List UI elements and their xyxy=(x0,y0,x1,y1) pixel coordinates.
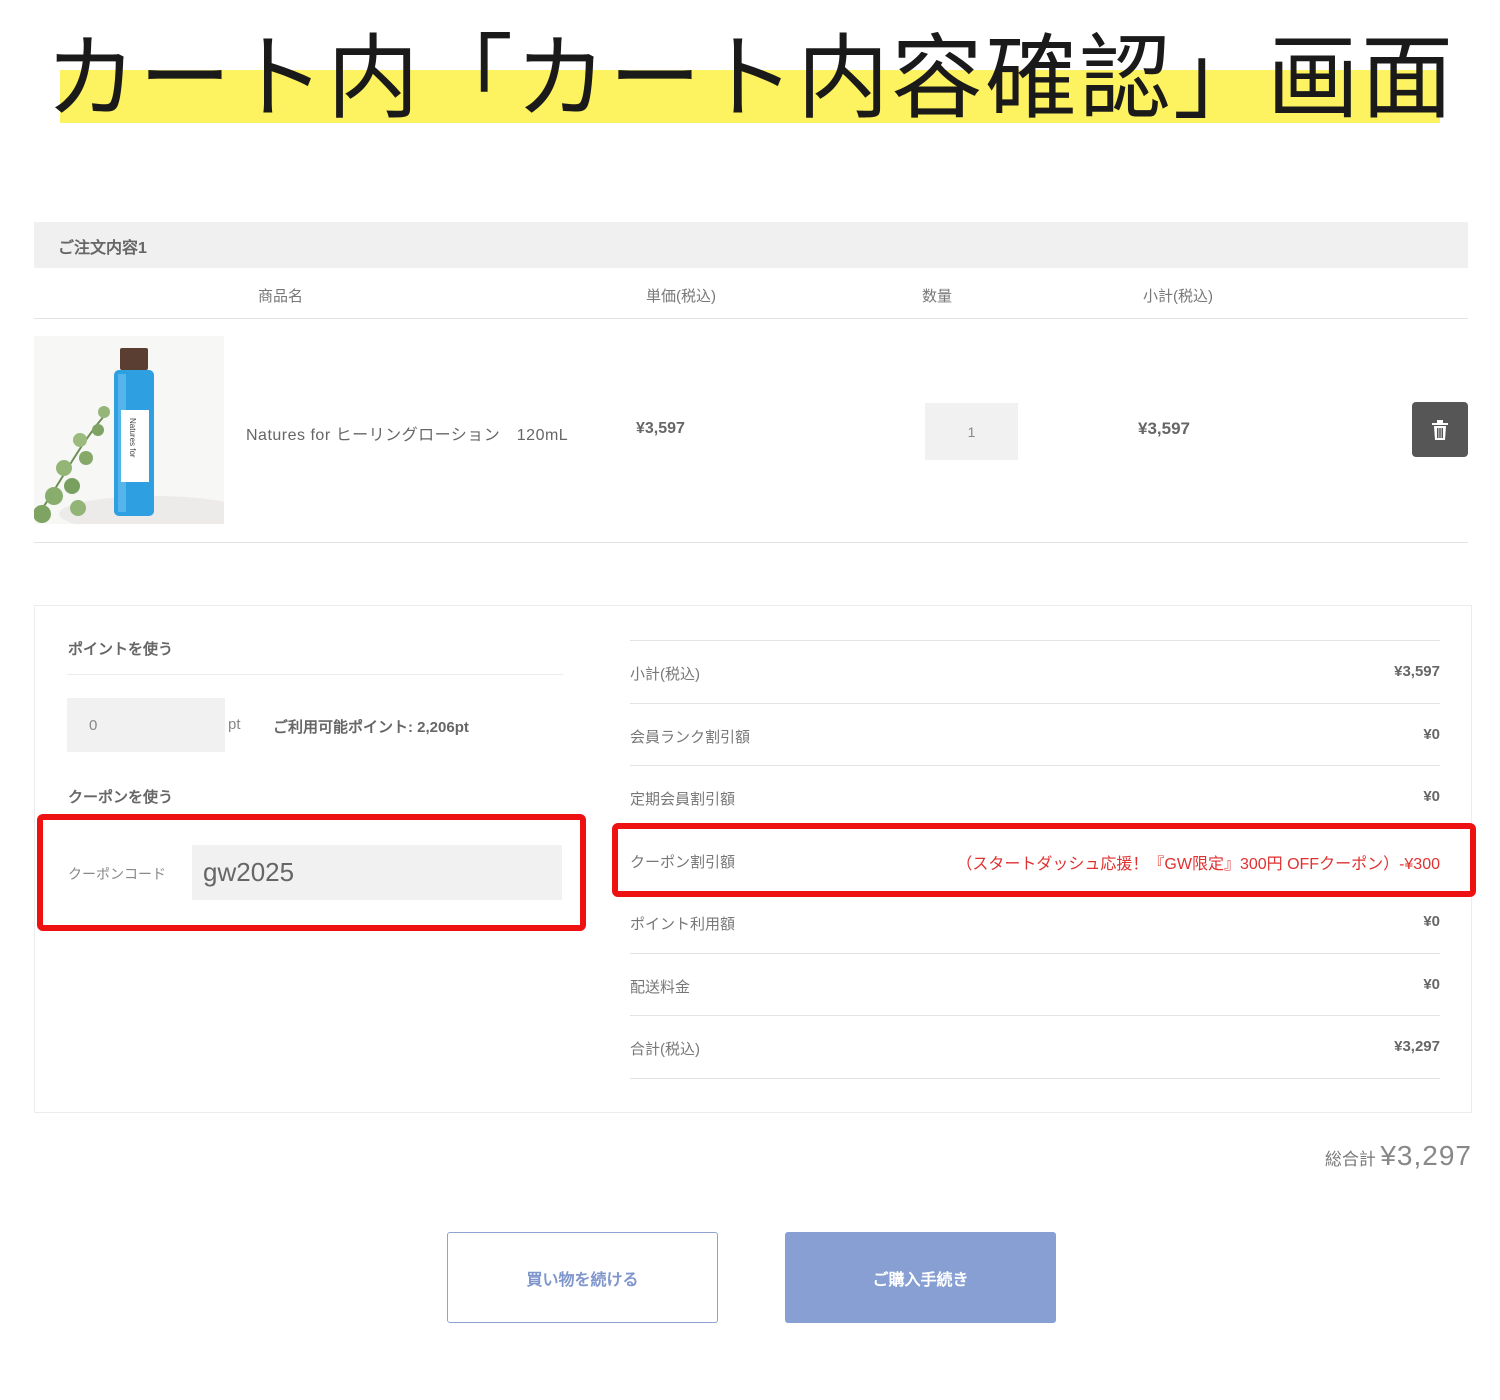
summary-top-divider xyxy=(630,640,1440,641)
delete-item-button[interactable] xyxy=(1412,402,1468,457)
product-name: Natures for ヒーリングローション 120mL xyxy=(246,427,569,444)
summary-divider xyxy=(630,765,1440,766)
column-header-subtotal: 小計(税込) xyxy=(1143,288,1213,305)
page-title: カート内「カート内容確認」画面 xyxy=(44,25,1455,132)
summary-label-rank-discount: 会員ランク割引額 xyxy=(630,729,751,746)
column-header-unit-price: 単価(税込) xyxy=(646,288,716,305)
coupon-discount-highlight-box xyxy=(612,823,1476,897)
grand-total-value: ¥3,297 xyxy=(1380,1140,1472,1171)
quantity-input[interactable] xyxy=(925,403,1018,460)
summary-label-total: 合計(税込) xyxy=(630,1041,700,1058)
product-subtotal: ¥3,597 xyxy=(1138,419,1190,438)
points-unit: pt xyxy=(228,716,241,733)
summary-value-subscription-discount: ¥0 xyxy=(1423,788,1440,805)
summary-label-subscription-discount: 定期会員割引額 xyxy=(630,791,736,808)
order-section-header: ご注文内容1 xyxy=(34,222,1468,268)
summary-label-subtotal: 小計(税込) xyxy=(630,666,700,683)
order-section-label: ご注文内容1 xyxy=(58,240,147,257)
summary-value-points-used: ¥0 xyxy=(1423,913,1440,930)
summary-divider xyxy=(630,1015,1440,1016)
summary-label-points-used: ポイント利用額 xyxy=(630,916,736,933)
points-input[interactable] xyxy=(67,698,225,752)
bottle-label: Natures for xyxy=(128,418,137,458)
summary-divider xyxy=(630,953,1440,954)
trash-icon xyxy=(1432,419,1448,440)
grand-total-label: 総合計 xyxy=(1324,1150,1376,1169)
available-points: ご利用可能ポイント: 2,206pt xyxy=(273,719,469,736)
points-section-label: ポイントを使う xyxy=(68,641,174,658)
summary-value-subtotal: ¥3,597 xyxy=(1394,663,1440,680)
coupon-highlight-box xyxy=(37,814,586,931)
coupon-section-label: クーポンを使う xyxy=(68,789,174,806)
header-divider xyxy=(34,318,1468,319)
checkout-button[interactable]: ご購入手続き xyxy=(785,1232,1056,1323)
summary-label-shipping: 配送料金 xyxy=(630,979,691,996)
summary-value-shipping: ¥0 xyxy=(1423,976,1440,993)
continue-shopping-button[interactable]: 買い物を続ける xyxy=(447,1232,718,1323)
summary-value-rank-discount: ¥0 xyxy=(1423,726,1440,743)
points-divider xyxy=(67,674,563,675)
summary-divider xyxy=(630,703,1440,704)
product-image[interactable]: Natures for xyxy=(34,336,224,524)
summary-bottom-divider xyxy=(630,1078,1440,1079)
column-header-product: 商品名 xyxy=(258,288,304,305)
product-unit-price: ¥3,597 xyxy=(636,420,685,437)
summary-value-total: ¥3,297 xyxy=(1394,1038,1440,1055)
column-header-quantity: 数量 xyxy=(922,288,953,305)
product-row-divider xyxy=(34,542,1468,543)
grand-total: 総合計 ¥3,297 xyxy=(1325,1140,1472,1172)
